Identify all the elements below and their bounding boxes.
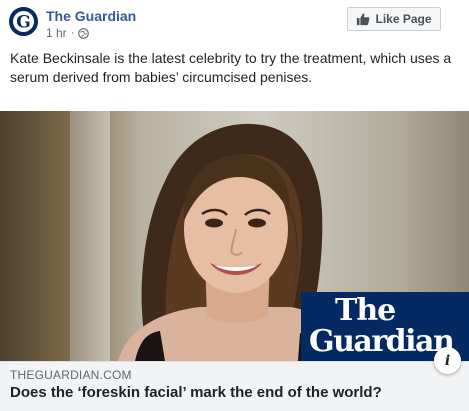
logo-text-line2: Guardian <box>309 324 455 359</box>
logo-text-line1: The <box>335 293 396 328</box>
post-message: Kate Beckinsale is the latest celebrity … <box>10 50 452 85</box>
link-preview-footer[interactable]: THEGUARDIAN.COM Does the ‘foreskin facia… <box>0 361 469 411</box>
svg-text:G: G <box>16 13 31 33</box>
post-meta: 1 hr · <box>46 26 90 40</box>
page-avatar[interactable]: G <box>9 7 38 36</box>
info-icon[interactable]: i <box>434 347 461 374</box>
link-preview-image[interactable]: The Guardian <box>0 111 469 361</box>
meta-separator: · <box>70 27 75 39</box>
post-timestamp[interactable]: 1 hr <box>46 26 67 40</box>
globe-icon[interactable] <box>78 27 90 39</box>
facebook-post: G The Guardian 1 hr · Like Page Kate Bec… <box>0 0 469 411</box>
link-headline[interactable]: Does the ‘foreskin facial’ mark the end … <box>10 384 382 401</box>
page-name-link[interactable]: The Guardian <box>46 8 136 24</box>
like-page-label: Like Page <box>375 12 432 26</box>
thumbs-up-icon <box>357 13 370 26</box>
link-domain: THEGUARDIAN.COM <box>10 368 132 382</box>
like-page-button[interactable]: Like Page <box>347 7 441 31</box>
guardian-g-logo-icon: G <box>9 7 38 36</box>
